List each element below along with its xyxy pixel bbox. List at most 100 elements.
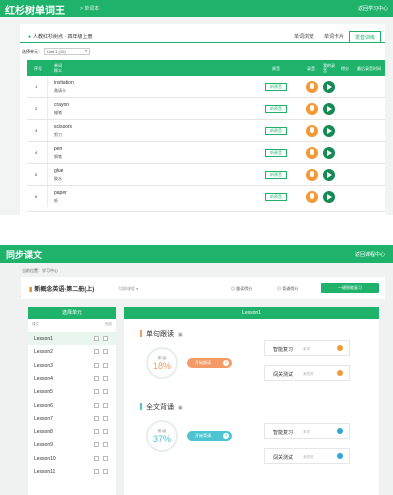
tab-word-cards[interactable]: 单词卡片	[319, 31, 349, 42]
read-checkbox[interactable]	[94, 429, 99, 435]
read-checkbox[interactable]	[94, 362, 99, 368]
lesson-name: Lesson1	[34, 336, 53, 342]
play-icon[interactable]	[323, 103, 335, 115]
recite-checkbox[interactable]	[103, 469, 108, 474]
col-my-record: 我的录音	[323, 63, 335, 73]
vocab-app-subtitle: > 单词本	[80, 6, 100, 12]
recite-checkbox[interactable]	[103, 362, 108, 368]
progress-percent: 37%	[152, 434, 171, 444]
play-original-audio-button[interactable]: 听原音	[265, 149, 287, 157]
play-original-audio-button[interactable]: 听原音	[265, 193, 287, 201]
switch-course-dropdown[interactable]: 切换课程 ▾	[119, 286, 138, 292]
start-recite-label: 开始背诵	[195, 433, 211, 438]
recite-checkbox[interactable]	[103, 375, 108, 381]
lesson-back-link[interactable]: 返回课程中心	[355, 251, 385, 258]
play-icon[interactable]	[323, 191, 335, 203]
list-item[interactable]: Lesson11	[28, 465, 116, 478]
play-icon[interactable]	[323, 147, 335, 159]
list-item[interactable]: Lesson7	[28, 412, 116, 425]
list-item[interactable]: Lesson5	[28, 385, 116, 398]
play-original-audio-button[interactable]: 听原音	[265, 83, 287, 91]
col-last-record-time: 最后录音时间	[357, 66, 381, 71]
read-checkbox[interactable]	[94, 349, 99, 355]
recite-checkbox[interactable]	[103, 389, 108, 395]
status-dot-icon	[337, 345, 343, 351]
column-divider	[47, 186, 48, 207]
level-test-chip[interactable]: 闯关测试 未闯关	[264, 448, 350, 464]
list-item[interactable]: Lesson3	[28, 359, 116, 372]
col-original-audio: 原音	[272, 66, 280, 71]
microphone-icon[interactable]	[306, 147, 318, 159]
section-accent-bar	[140, 403, 142, 410]
read-checkbox[interactable]	[94, 442, 99, 448]
recite-checkbox[interactable]	[103, 442, 108, 448]
play-icon[interactable]	[323, 169, 335, 181]
one-click-review-button[interactable]: 一键智能复习	[321, 283, 379, 293]
play-original-audio-button[interactable]: 听原音	[265, 127, 287, 135]
recite-checkbox[interactable]	[103, 402, 108, 408]
play-original-audio-button[interactable]: 听原音	[265, 171, 287, 179]
play-icon[interactable]	[323, 125, 335, 137]
list-item[interactable]: Lesson1	[28, 332, 116, 345]
start-recite-button[interactable]: 开始背诵 ?	[187, 431, 232, 441]
recite-checkbox[interactable]	[103, 429, 108, 435]
row-index: 5	[35, 172, 38, 177]
table-row: 2 crayon 蜡笔 听原音	[27, 98, 385, 120]
list-item[interactable]: Lesson2	[28, 345, 116, 358]
sidebar-columns: 课文 完成	[32, 322, 112, 327]
read-checkbox[interactable]	[94, 336, 99, 341]
recite-checkbox[interactable]	[103, 349, 108, 355]
info-icon[interactable]: ▣	[178, 332, 183, 338]
list-item[interactable]: Lesson8	[28, 425, 116, 438]
smart-review-chip[interactable]: 智能复习 未学	[264, 340, 350, 356]
microphone-icon[interactable]	[306, 169, 318, 181]
row-meaning: 邀请卡	[54, 88, 66, 93]
tab-word-browse[interactable]: 单词浏览	[289, 31, 319, 42]
lesson-text-panel: 同步课文 返回课程中心 当前位置：学习中心 ▮ 新概念英语-第二册(上) 切换课程…	[0, 245, 393, 495]
start-follow-read-button[interactable]: 开始跟读 ?	[187, 358, 232, 368]
chip-label: 智能复习	[273, 430, 294, 436]
vocabulary-app-panel: 红杉树单词王 > 单词本 返回学习中心 ● 人教红杉树点 · 四年级上册 单词浏览…	[0, 0, 393, 215]
book-title: ▮ 新概念英语-第二册(上)	[29, 284, 94, 293]
section-title-text: 全文背诵	[146, 404, 174, 411]
read-checkbox[interactable]	[94, 375, 99, 381]
row-meaning: 胶水	[54, 176, 62, 181]
vocab-breadcrumb: ● 人教红杉树点 · 四年级上册	[28, 33, 92, 40]
microphone-icon[interactable]	[306, 191, 318, 203]
play-icon[interactable]	[323, 81, 335, 93]
read-checkbox[interactable]	[94, 469, 99, 474]
smart-review-chip[interactable]: 智能复习 未学	[264, 423, 350, 439]
lesson-name: Lesson8	[34, 429, 53, 436]
recite-checkbox[interactable]	[103, 455, 108, 461]
read-checkbox[interactable]	[94, 402, 99, 408]
microphone-icon[interactable]	[306, 125, 318, 137]
unit-select-row: 选择单元： Unit 1 (10) ▾	[22, 48, 90, 55]
info-icon[interactable]: ▣	[178, 405, 183, 411]
vocab-app-title: 红杉树单词王	[5, 6, 65, 17]
list-item[interactable]: Lesson10	[28, 452, 116, 465]
recite-checkbox[interactable]	[103, 336, 108, 341]
chip-status: 未学	[303, 430, 310, 434]
recite-score-legend: ▤ 背诵得分	[277, 286, 298, 292]
microphone-icon[interactable]	[306, 103, 318, 115]
row-index: 3	[35, 128, 38, 133]
list-item[interactable]: Lesson6	[28, 399, 116, 412]
progress-ring: 第1级 37%	[146, 420, 178, 452]
list-item[interactable]: Lesson4	[28, 372, 116, 385]
col-index: 序号	[34, 66, 42, 71]
tab-pronunciation-training[interactable]: 发音训练	[348, 31, 381, 42]
list-item[interactable]: Lesson9	[28, 438, 116, 451]
level-test-chip[interactable]: 闯关测试 未闯关	[264, 365, 350, 381]
table-row: 1 invitation 邀请卡 听原音	[27, 76, 385, 98]
microphone-icon[interactable]	[306, 81, 318, 93]
vocab-back-link[interactable]: 返回学习中心	[358, 5, 388, 12]
read-checkbox[interactable]	[94, 455, 99, 461]
unit-select-dropdown[interactable]: Unit 1 (10) ▾	[44, 48, 90, 55]
word-table-header: 序号 单词 释义 原音 录音 我的录音 得分 最后录音时间	[27, 60, 385, 76]
play-original-audio-button[interactable]: 听原音	[265, 105, 287, 113]
read-checkbox[interactable]	[94, 415, 99, 421]
recite-checkbox[interactable]	[103, 415, 108, 421]
sidebar-col-lesson: 课文	[32, 322, 39, 326]
read-checkbox[interactable]	[94, 389, 99, 395]
row-word: glue	[54, 168, 64, 174]
